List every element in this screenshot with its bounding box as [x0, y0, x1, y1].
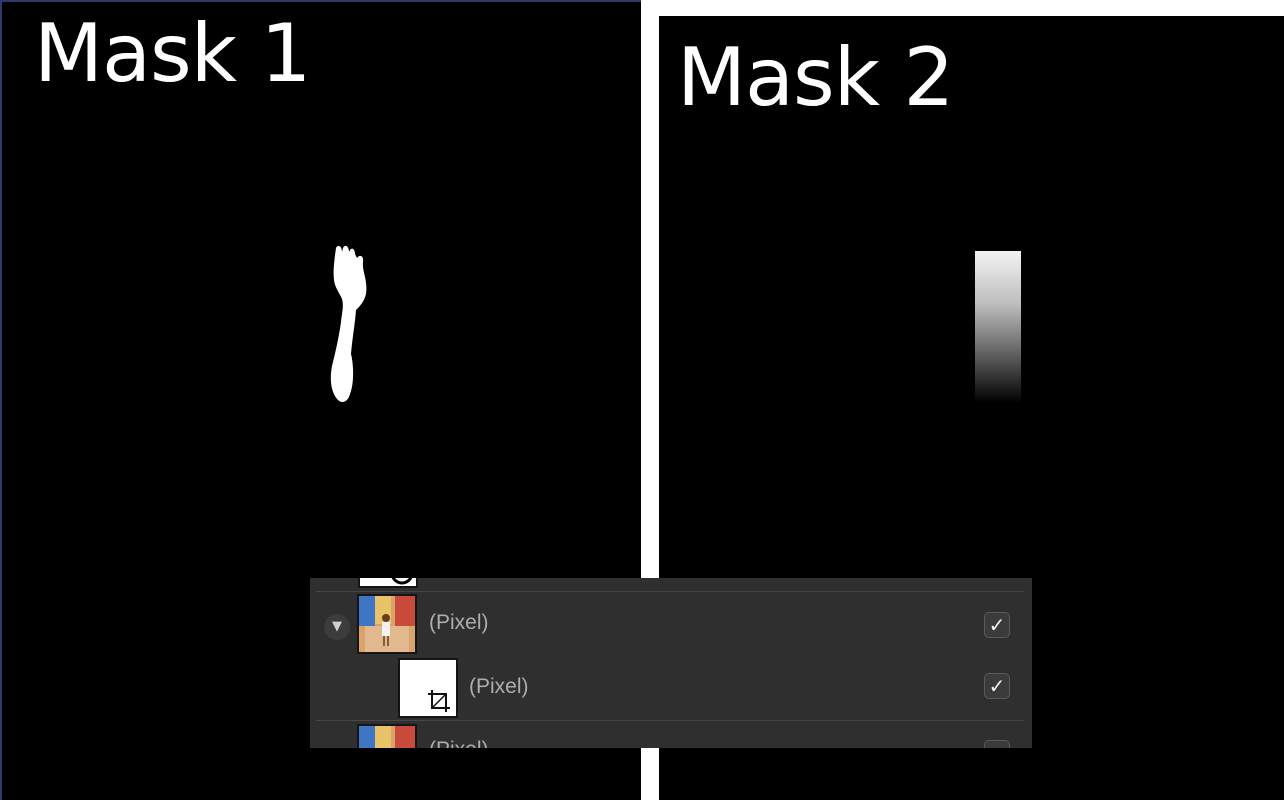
layer-thumbnail[interactable]: [357, 724, 417, 748]
layer-visibility-checkbox[interactable]: ✓: [984, 612, 1010, 638]
mask-2-title: Mask 2: [677, 31, 954, 124]
layer-row[interactable]: (Pixel): [310, 724, 1032, 748]
layer-visibility-checkbox[interactable]: [984, 740, 1010, 748]
layer-thumbnail[interactable]: [357, 594, 417, 654]
layer-visibility-checkbox[interactable]: ✓: [984, 673, 1010, 699]
photo-thumbnail-image: [359, 726, 415, 748]
layer-thumbnail-partial[interactable]: [358, 578, 418, 588]
arm-mask-shape: [330, 245, 367, 402]
chevron-down-icon[interactable]: ▼: [324, 614, 350, 640]
layer-name: (Pixel): [429, 611, 489, 634]
layer-row[interactable]: ▼ (Pixel) ✓: [310, 594, 1032, 656]
gradient-mask-shape: [975, 251, 1021, 403]
row-divider: [316, 591, 1024, 592]
layer-name: (Pixel): [429, 738, 489, 748]
mask-1-title: Mask 1: [34, 7, 311, 100]
layer-name: (Pixel): [469, 675, 529, 698]
crop-icon: [428, 690, 450, 712]
layer-thumbnail-mask[interactable]: [398, 658, 458, 718]
mask-circle-icon: [391, 578, 413, 585]
layer-row-child[interactable]: (Pixel) ✓: [310, 658, 1032, 718]
photo-thumbnail-image: [359, 596, 415, 652]
layers-panel[interactable]: ▼ (Pixel) ✓ (Pixel) ✓: [310, 578, 1032, 748]
row-divider: [316, 720, 1024, 721]
